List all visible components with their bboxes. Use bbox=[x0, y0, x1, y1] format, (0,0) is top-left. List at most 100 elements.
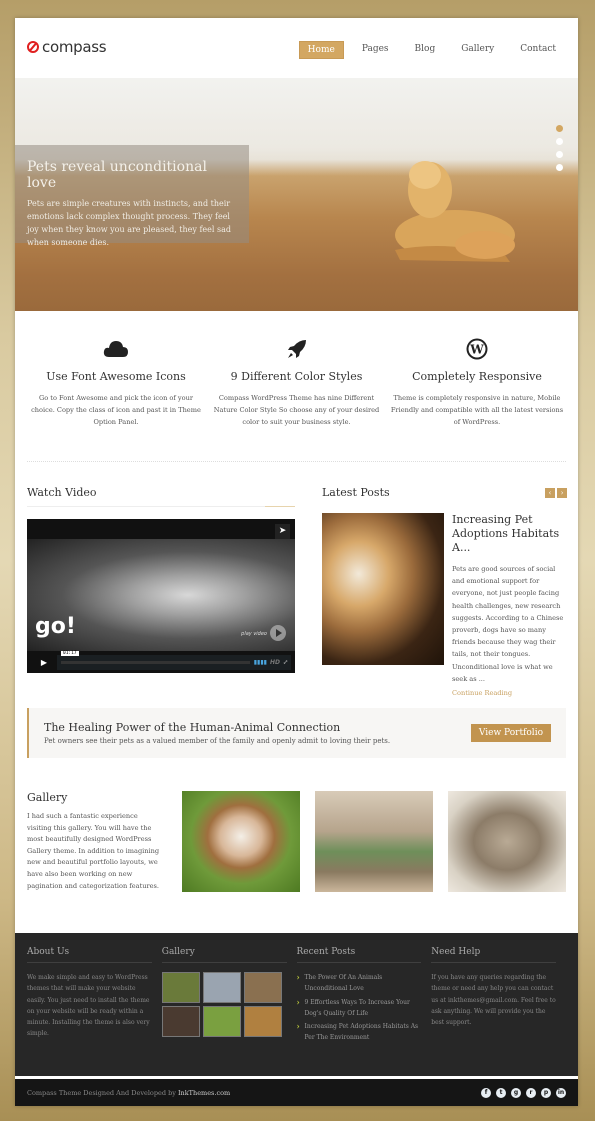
post-title[interactable]: Increasing Pet Adoptions Habitats A... bbox=[452, 513, 567, 555]
post-image-kitten[interactable] bbox=[322, 513, 444, 665]
continue-reading-link[interactable]: Continue Reading bbox=[452, 689, 567, 697]
video-brand: go! bbox=[35, 614, 76, 639]
hero-title: Pets reveal unconditional love bbox=[27, 159, 207, 191]
play-button[interactable]: ▶ bbox=[31, 655, 57, 670]
slider-dot[interactable] bbox=[556, 125, 563, 132]
video-controls: ▶ 01:17 ▮▮▮▮ HD ⤢ bbox=[31, 651, 291, 670]
slider-dot[interactable] bbox=[556, 138, 563, 145]
watch-video-section: Watch Video go! ➤ play video ▶ 01:17 ▮▮▮… bbox=[27, 486, 295, 673]
slider-dot[interactable] bbox=[556, 164, 563, 171]
cta-subtitle: Pet owners see their pets as a valued me… bbox=[44, 737, 391, 745]
gallery-image-kitten-waving[interactable] bbox=[448, 791, 566, 892]
footer-thumb[interactable] bbox=[243, 1006, 282, 1037]
section-divider bbox=[27, 461, 566, 462]
prev-arrow-icon[interactable]: ‹ bbox=[545, 487, 555, 498]
gallery-text: I had such a fantastic experience visiti… bbox=[27, 812, 160, 890]
nav-gallery[interactable]: Gallery bbox=[453, 41, 502, 59]
footer-thumb[interactable] bbox=[161, 1006, 200, 1037]
cloud-icon bbox=[103, 341, 128, 357]
site-logo[interactable]: compass bbox=[27, 38, 107, 56]
footer-thumb[interactable] bbox=[243, 972, 282, 1003]
pinterest-icon[interactable]: p bbox=[541, 1087, 551, 1098]
rss-icon[interactable]: r bbox=[526, 1087, 536, 1098]
logo-text: compass bbox=[42, 38, 107, 56]
help-text: If you have any queries regarding the th… bbox=[431, 974, 556, 1027]
hd-toggle[interactable]: HD bbox=[270, 659, 280, 666]
footer-heading: About Us bbox=[27, 947, 152, 963]
cta-title: The Healing Power of the Human-Animal Co… bbox=[44, 721, 341, 734]
feature-text: Go to Font Awesome and pick the icon of … bbox=[31, 394, 201, 426]
footer-help: Need Help If you have any queries regard… bbox=[431, 933, 556, 1076]
feature-item: Use Font Awesome Icons Go to Font Awesom… bbox=[27, 338, 205, 428]
linkedin-icon[interactable]: in bbox=[556, 1087, 566, 1098]
volume-icon[interactable]: ▮▮▮▮ bbox=[254, 659, 267, 666]
footer-heading: Gallery bbox=[161, 947, 287, 963]
hero-slider: Pets reveal unconditional love Pets are … bbox=[15, 78, 578, 311]
latest-posts-section: Latest Posts ‹ › Increasing Pet Adoption… bbox=[322, 486, 567, 697]
svg-text:W: W bbox=[469, 343, 484, 357]
feature-text: Theme is completely responsive in nature… bbox=[390, 394, 564, 426]
main-nav: Home Pages Blog Gallery Contact bbox=[289, 41, 564, 59]
view-portfolio-button[interactable]: View Portfolio bbox=[470, 724, 551, 742]
google-plus-icon[interactable]: g bbox=[511, 1087, 521, 1098]
hero-caption: Pets reveal unconditional love Pets are … bbox=[15, 145, 249, 247]
rocket-icon bbox=[287, 340, 306, 358]
gallery-image-puppy[interactable] bbox=[182, 791, 300, 892]
footer-heading: Recent Posts bbox=[296, 947, 422, 963]
nav-home[interactable]: Home bbox=[298, 41, 344, 59]
wordpress-icon: W bbox=[466, 338, 488, 360]
video-time: 01:17 bbox=[61, 651, 79, 656]
video-progress[interactable]: 01:17 bbox=[61, 651, 250, 664]
fullscreen-icon[interactable]: ⤢ bbox=[283, 659, 288, 666]
gallery-title: Gallery bbox=[27, 791, 68, 804]
hero-text: Pets are simple creatures with instincts… bbox=[27, 199, 231, 247]
post-card: Increasing Pet Adoptions Habitats A... P… bbox=[322, 513, 567, 697]
latest-posts-heading: Latest Posts bbox=[322, 486, 390, 499]
footer-thumb[interactable] bbox=[202, 972, 241, 1003]
next-arrow-icon[interactable]: › bbox=[557, 487, 567, 498]
social-icons: f t g r p in bbox=[481, 1087, 566, 1098]
slider-dots bbox=[556, 125, 563, 171]
site-header: compass Home Pages Blog Gallery Contact bbox=[15, 18, 578, 78]
feature-item: W Completely Responsive Theme is complet… bbox=[388, 338, 566, 428]
footer-gallery: Gallery bbox=[161, 933, 287, 1076]
gallery-section: Gallery I had such a fantastic experienc… bbox=[27, 791, 566, 892]
nav-contact[interactable]: Contact bbox=[512, 41, 564, 59]
feature-title: 9 Different Color Styles bbox=[230, 370, 363, 383]
about-text: We make simple and easy to WordPress the… bbox=[27, 974, 150, 1038]
video-heading: Watch Video bbox=[27, 486, 97, 499]
recent-post-link[interactable]: The Power Of An Animals Unconditional Lo… bbox=[297, 972, 422, 995]
footer-thumb[interactable] bbox=[161, 972, 200, 1003]
footer-bottom-bar: Compass Theme Designed And Developed by … bbox=[15, 1079, 578, 1106]
footer-about: About Us We make simple and easy to Word… bbox=[27, 933, 152, 1076]
inkthemes-link[interactable]: InkThemes.com bbox=[178, 1089, 230, 1097]
recent-post-link[interactable]: 9 Effortless Ways To Increase Your Dog's… bbox=[297, 997, 422, 1020]
recent-post-link[interactable]: Increasing Pet Adoptions Habitats As Per… bbox=[297, 1021, 422, 1044]
credit-text: Compass Theme Designed And Developed by … bbox=[27, 1089, 230, 1097]
compass-icon bbox=[27, 41, 39, 53]
post-excerpt: Pets are good sources of social and emot… bbox=[452, 565, 564, 683]
feature-item: 9 Different Color Styles Compass WordPre… bbox=[208, 338, 386, 428]
feature-text: Compass WordPress Theme has nine Differe… bbox=[213, 394, 380, 426]
nav-blog[interactable]: Blog bbox=[407, 41, 444, 59]
play-overlay-icon[interactable] bbox=[270, 625, 286, 641]
nav-pages[interactable]: Pages bbox=[354, 41, 397, 59]
page-container: compass Home Pages Blog Gallery Contact … bbox=[15, 18, 578, 1106]
hero-dog-image bbox=[395, 161, 515, 262]
facebook-icon[interactable]: f bbox=[481, 1087, 491, 1098]
footer-recent-posts: Recent Posts The Power Of An Animals Unc… bbox=[296, 933, 422, 1076]
heading-underline bbox=[27, 506, 295, 507]
features-section: Use Font Awesome Icons Go to Font Awesom… bbox=[15, 338, 578, 428]
feature-title: Use Font Awesome Icons bbox=[46, 370, 186, 383]
share-icon[interactable]: ➤ bbox=[275, 524, 290, 539]
feature-title: Completely Responsive bbox=[412, 370, 542, 383]
slider-dot[interactable] bbox=[556, 151, 563, 158]
credit-prefix: Compass Theme Designed And Developed by bbox=[27, 1088, 178, 1097]
site-footer: About Us We make simple and easy to Word… bbox=[15, 933, 578, 1076]
video-player[interactable]: go! ➤ play video ▶ 01:17 ▮▮▮▮ HD ⤢ bbox=[27, 519, 295, 673]
footer-heading: Need Help bbox=[431, 947, 556, 963]
twitter-icon[interactable]: t bbox=[496, 1087, 506, 1098]
footer-thumb[interactable] bbox=[202, 1006, 241, 1037]
call-to-action: The Healing Power of the Human-Animal Co… bbox=[27, 708, 566, 758]
gallery-image-kitten-playing[interactable] bbox=[315, 791, 433, 892]
